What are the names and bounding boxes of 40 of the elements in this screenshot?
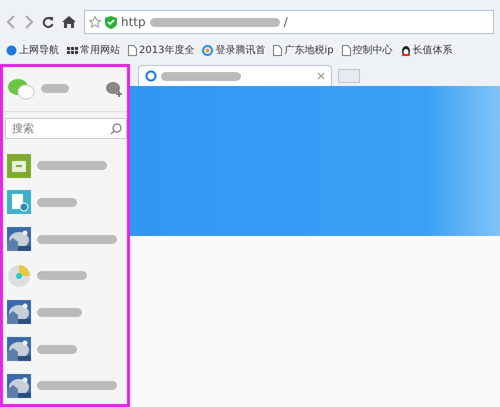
grid-icon [67,46,78,54]
document-icon [7,190,31,214]
home-icon[interactable] [62,16,76,28]
circle-icon [145,70,157,82]
blurred-name [41,84,69,94]
bookmark-link[interactable]: 常用网站 [67,43,120,57]
search-icon[interactable] [110,122,122,134]
shield-icon [105,16,117,28]
new-tab-button[interactable] [338,69,360,83]
reload-icon[interactable] [42,16,54,28]
search-field[interactable]: 搜索 [5,118,127,140]
page-icon [273,44,282,56]
bookmark-link[interactable]: 上网导航 [6,43,59,57]
bookmark-link[interactable]: 登录腾讯首 [202,43,266,57]
star-icon[interactable] [89,16,101,28]
browser-tab[interactable] [138,65,332,86]
url-text: / [284,15,288,29]
folder-icon [7,154,31,178]
bookmark-link[interactable]: 控制中心 [342,43,393,57]
blurred-name [37,198,77,207]
address-bar[interactable]: http / [84,10,494,34]
forward-icon[interactable] [24,15,34,29]
chat-bubbles-icon [7,76,35,101]
bookmark-link[interactable]: 长值体系 [400,43,453,57]
add-chat-icon[interactable] [105,80,123,97]
search-input[interactable]: 搜索 [10,121,110,136]
back-icon[interactable] [6,15,16,29]
disc-icon [7,264,31,288]
page-icon [128,44,137,56]
close-icon[interactable] [317,72,325,80]
bookmark-link[interactable]: 2013年度全 [128,43,194,57]
globe-icon [202,44,214,56]
penguin-icon [400,44,411,56]
bookmark-link[interactable]: 广东地税ip [273,43,334,57]
page-icon [342,44,351,56]
blurred-name [37,344,77,354]
url-text: http [121,15,146,29]
blurred-name [37,161,107,170]
blurred-name [37,271,87,280]
blurred-name [37,308,82,317]
